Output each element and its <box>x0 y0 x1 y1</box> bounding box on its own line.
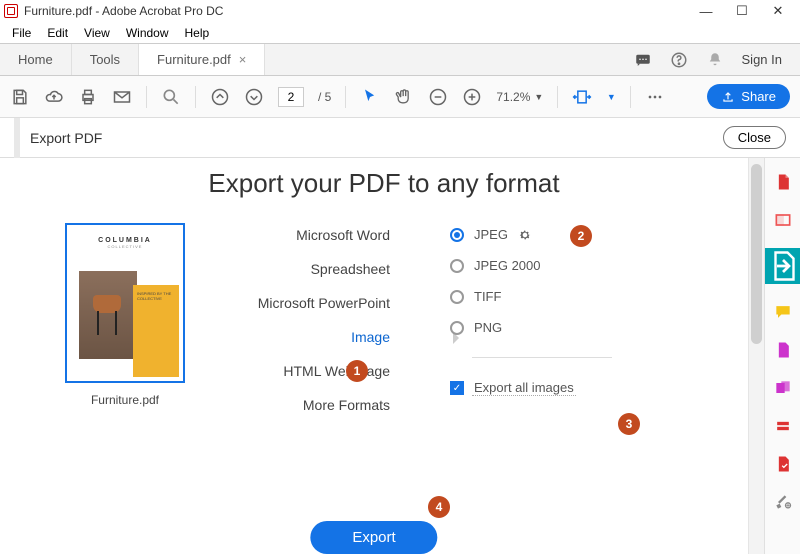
more-icon[interactable] <box>645 87 665 107</box>
more-tools-icon[interactable] <box>773 492 793 512</box>
close-window-button[interactable]: ✕ <box>760 1 796 21</box>
fit-width-icon[interactable] <box>572 87 592 107</box>
right-tools-rail <box>764 158 800 554</box>
checkbox-icon: ✓ <box>450 381 464 395</box>
type-word[interactable]: Microsoft Word <box>296 227 390 243</box>
type-more[interactable]: More Formats <box>303 397 390 413</box>
radio-icon <box>450 228 464 242</box>
thumb-side-block: INSPIRED BY THE COLLECTIVE <box>133 285 179 377</box>
help-icon[interactable] <box>670 51 688 69</box>
create-pdf-icon[interactable] <box>773 172 793 192</box>
main-area: Export your PDF to any format COLUMBIA C… <box>0 158 800 554</box>
toolbar: / 5 71.2% ▼ ▼ Share <box>0 76 800 118</box>
annotation-badge-2: 2 <box>570 225 592 247</box>
radio-icon <box>450 321 464 335</box>
window-titlebar: Furniture.pdf - Adobe Acrobat Pro DC — ☐… <box>0 0 800 22</box>
protect-icon[interactable] <box>773 454 793 474</box>
export-button[interactable]: Export <box>310 521 437 554</box>
vertical-scrollbar[interactable] <box>748 158 764 554</box>
options-divider <box>472 357 612 358</box>
export-all-images-checkbox[interactable]: ✓ Export all images <box>450 380 718 396</box>
export-pdf-icon[interactable] <box>765 248 800 284</box>
type-spreadsheet[interactable]: Spreadsheet <box>311 261 390 277</box>
page-number-input[interactable] <box>278 87 304 107</box>
edit-pdf-icon[interactable] <box>773 210 793 230</box>
menu-file[interactable]: File <box>6 24 37 42</box>
annotation-badge-1: 1 <box>346 360 368 382</box>
sign-in-link[interactable]: Sign In <box>742 52 782 67</box>
search-icon[interactable] <box>161 87 181 107</box>
thumbnail-column: COLUMBIA COLLECTIVE INSPIRED BY THE COLL… <box>50 223 200 413</box>
type-html[interactable]: HTML Web Page <box>283 363 390 379</box>
type-powerpoint[interactable]: Microsoft PowerPoint <box>258 295 390 311</box>
tab-document[interactable]: Furniture.pdf × <box>139 44 265 75</box>
pointer-icon[interactable] <box>360 87 380 107</box>
mail-icon[interactable] <box>112 87 132 107</box>
type-image[interactable]: Image <box>351 329 390 345</box>
maximize-button[interactable]: ☐ <box>724 1 760 21</box>
menu-bar: File Edit View Window Help <box>0 22 800 44</box>
hand-icon[interactable] <box>394 87 414 107</box>
format-type-list: Microsoft Word Spreadsheet Microsoft Pow… <box>220 223 400 413</box>
share-button[interactable]: Share <box>707 84 790 109</box>
radio-png[interactable]: PNG <box>450 320 718 335</box>
menu-window[interactable]: Window <box>120 24 175 42</box>
bell-icon[interactable] <box>706 51 724 69</box>
annotation-badge-3: 3 <box>618 413 640 435</box>
radio-icon <box>450 259 464 273</box>
export-panel: Export your PDF to any format COLUMBIA C… <box>0 158 748 554</box>
app-icon <box>4 4 18 18</box>
tab-tools[interactable]: Tools <box>72 44 139 75</box>
radio-tiff[interactable]: TIFF <box>450 289 718 304</box>
cloud-icon[interactable] <box>44 87 64 107</box>
comment-icon[interactable] <box>773 302 793 322</box>
chat-icon[interactable] <box>634 51 652 69</box>
menu-view[interactable]: View <box>78 24 116 42</box>
menu-edit[interactable]: Edit <box>41 24 74 42</box>
tab-bar: Home Tools Furniture.pdf × Sign In <box>0 44 800 76</box>
thumbnail-filename: Furniture.pdf <box>91 393 159 407</box>
save-icon[interactable] <box>10 87 30 107</box>
radio-jpeg2000[interactable]: JPEG 2000 <box>450 258 718 273</box>
panel-heading: Export your PDF to any format <box>50 168 718 199</box>
tab-home[interactable]: Home <box>0 44 72 75</box>
organize-icon[interactable] <box>773 340 793 360</box>
document-thumbnail[interactable]: COLUMBIA COLLECTIVE INSPIRED BY THE COLL… <box>65 223 185 383</box>
panel-title: Export PDF <box>30 130 102 146</box>
window-title: Furniture.pdf - Adobe Acrobat Pro DC <box>24 4 223 18</box>
thumb-photo <box>79 271 137 359</box>
thumb-title: COLUMBIA <box>71 229 179 244</box>
annotation-badge-4: 4 <box>428 496 450 518</box>
page-down-icon[interactable] <box>244 87 264 107</box>
panel-close-button[interactable]: Close <box>723 126 786 149</box>
thumb-subtitle: COLLECTIVE <box>71 244 179 249</box>
page-up-icon[interactable] <box>210 87 230 107</box>
combine-icon[interactable] <box>773 378 793 398</box>
panel-header: Export PDF Close <box>0 118 800 158</box>
image-format-options: JPEG JPEG 2000 TIFF PNG ✓ <box>420 223 718 413</box>
zoom-in-icon[interactable] <box>462 87 482 107</box>
menu-help[interactable]: Help <box>179 24 216 42</box>
panel-tab-lip <box>14 118 20 158</box>
close-tab-icon[interactable]: × <box>239 52 247 67</box>
page-total-label: / 5 <box>318 90 331 104</box>
zoom-out-icon[interactable] <box>428 87 448 107</box>
gear-icon[interactable] <box>518 228 532 242</box>
fit-dropdown-icon[interactable]: ▼ <box>606 87 616 107</box>
radio-icon <box>450 290 464 304</box>
chevron-down-icon: ▼ <box>534 92 543 102</box>
print-icon[interactable] <box>78 87 98 107</box>
scrollbar-thumb[interactable] <box>751 164 762 344</box>
redact-icon[interactable] <box>773 416 793 436</box>
minimize-button[interactable]: — <box>688 1 724 21</box>
zoom-level-dropdown[interactable]: 71.2% ▼ <box>496 90 543 104</box>
